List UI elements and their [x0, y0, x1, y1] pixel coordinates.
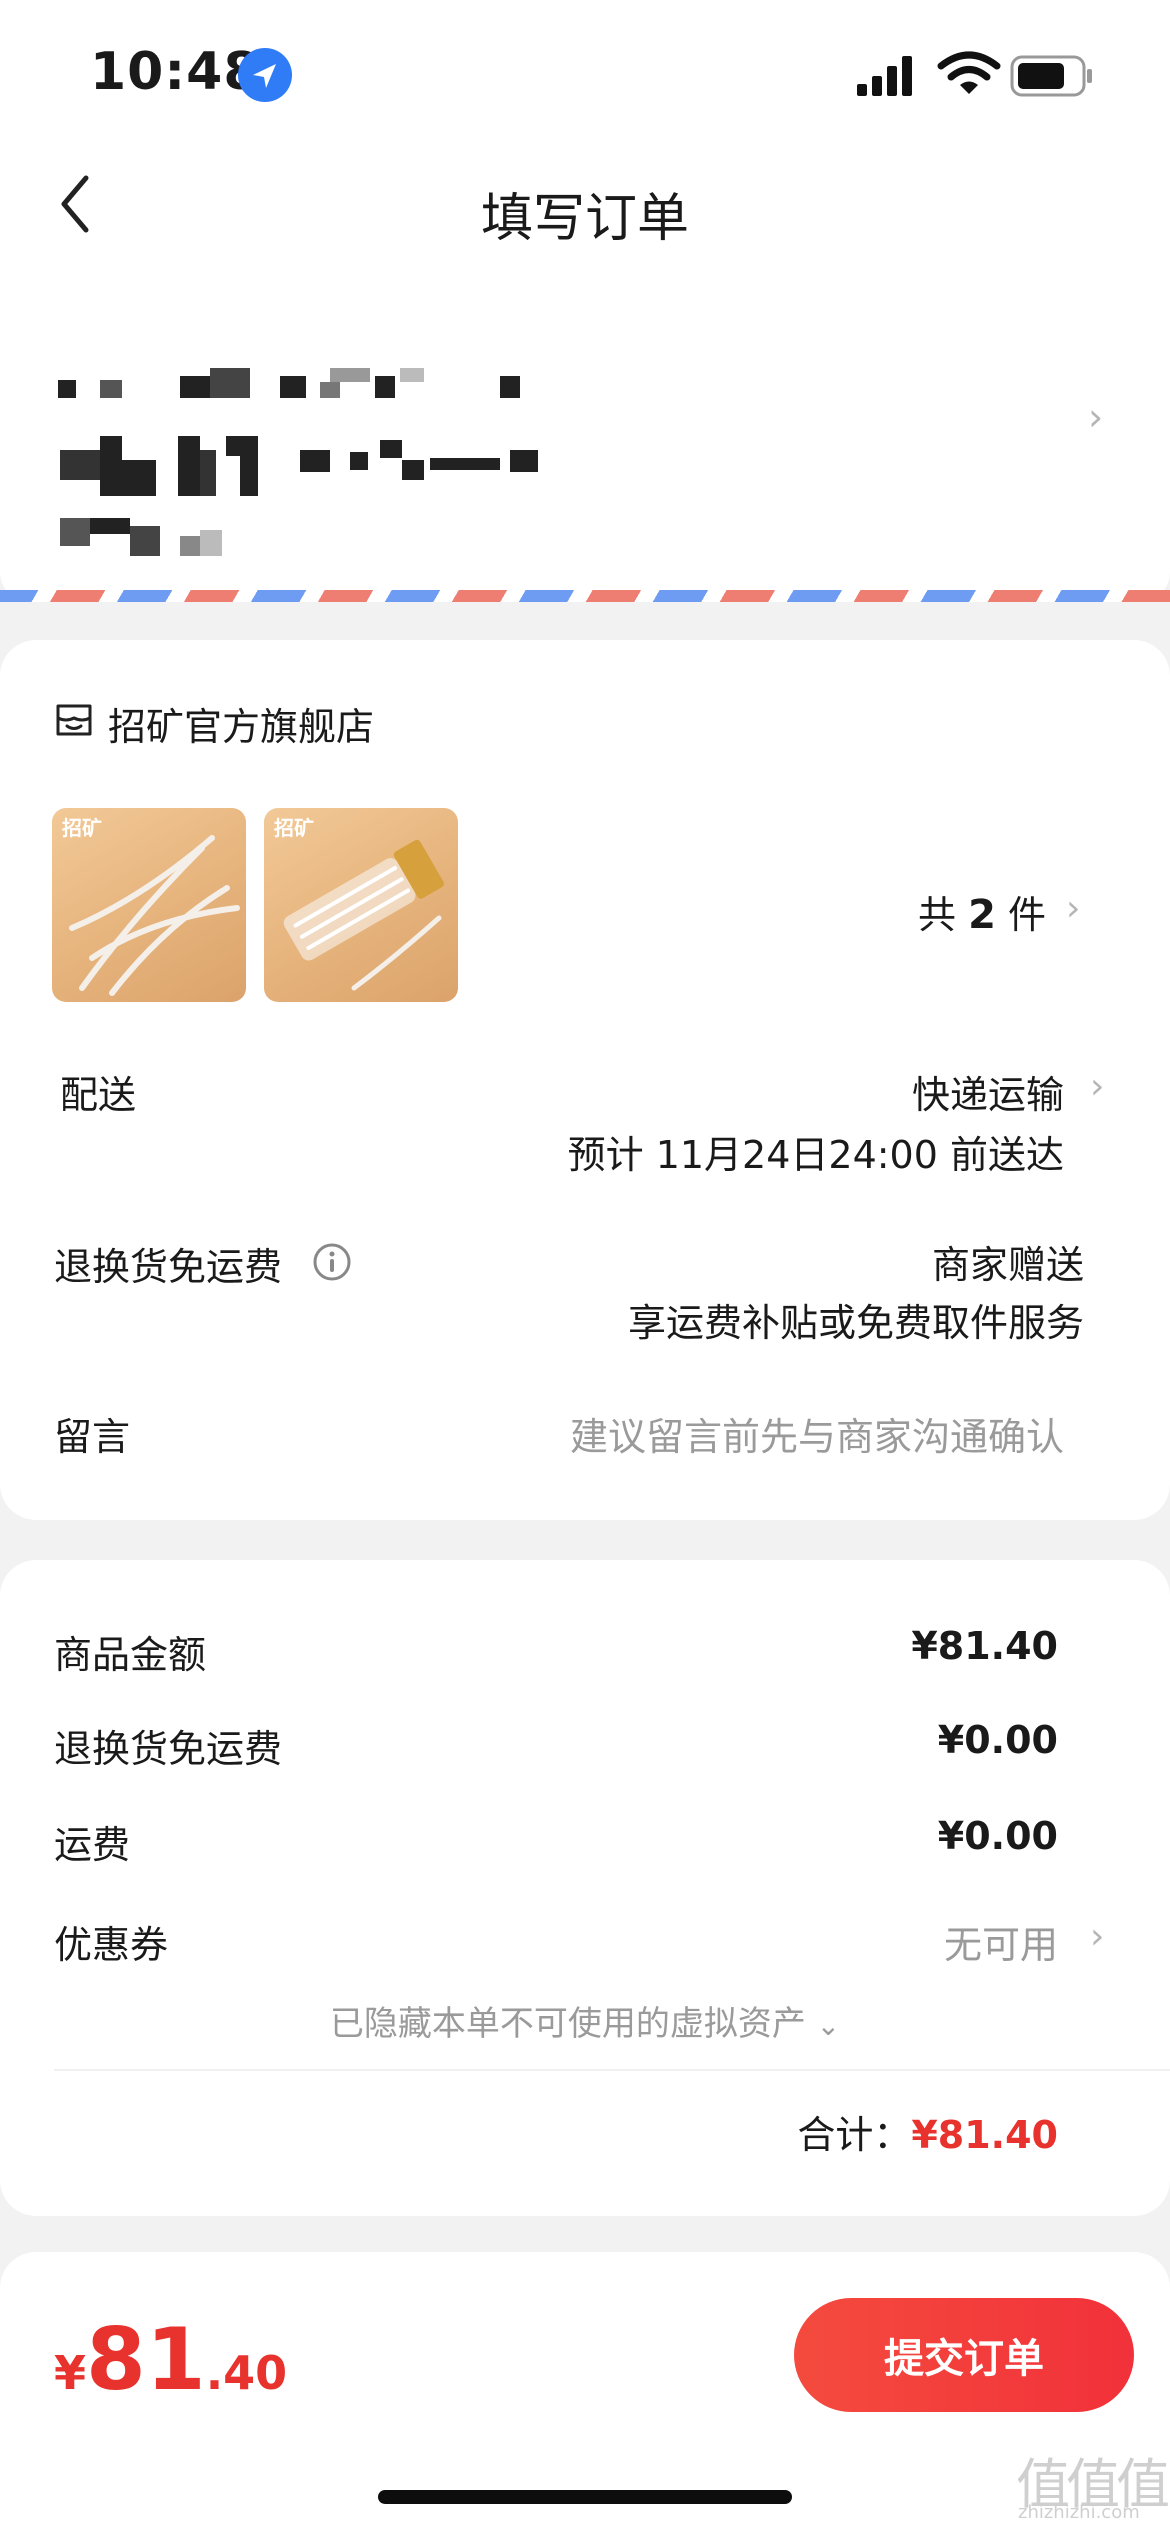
coupon-label: 优惠券: [54, 1923, 169, 1967]
coupon-value[interactable]: 无可用: [944, 1914, 1058, 1969]
battery-icon: [1010, 54, 1094, 98]
product-brand-logo: 招矿: [274, 816, 314, 840]
home-indicator[interactable]: [378, 2490, 792, 2504]
return-fee-label: 退换货免运费: [54, 1727, 283, 1771]
coupon-chevron-icon: ›: [1090, 1916, 1105, 1957]
shop-icon: [54, 700, 94, 740]
return-fee-value: ¥0.00: [937, 1718, 1058, 1762]
address-chevron-icon: ›: [1088, 395, 1104, 439]
hidden-assets-text: 已隐藏本单不可使用的虚拟资产: [329, 2004, 806, 2044]
shop-name[interactable]: 招矿官方旗舰店: [108, 696, 374, 751]
message-input[interactable]: 建议留言前先与商家沟通确认: [570, 1406, 1064, 1461]
cellular-signal-icon: [855, 54, 915, 98]
status-time: 10:48: [90, 42, 261, 102]
currency-symbol: ¥: [54, 2346, 87, 2400]
chevron-down-icon: ⌄: [816, 2009, 841, 2042]
shipping-fee-value: ¥0.00: [937, 1814, 1058, 1858]
price-decimal: .40: [205, 2346, 288, 2400]
bottom-total-price: ¥81.40: [54, 2310, 287, 2410]
item-count-number: 2: [968, 892, 996, 938]
divider: [54, 2069, 1170, 2071]
return-insurance-label: 退换货免运费: [54, 1245, 283, 1289]
watermark-site: zhizhizhi.com: [1018, 2502, 1140, 2523]
total-row: 合计：¥81.40: [797, 2104, 1058, 2159]
message-label: 留言: [54, 1415, 131, 1459]
shipping-fee-label: 运费: [54, 1823, 131, 1867]
submit-order-button[interactable]: 提交订单: [794, 2298, 1134, 2412]
delivery-chevron-icon: ›: [1090, 1066, 1105, 1107]
info-icon[interactable]: [312, 1242, 352, 1282]
product-brand-logo: 招矿: [62, 816, 102, 840]
wifi-icon: [937, 50, 1001, 98]
product-thumbnail-1[interactable]: 招矿: [52, 808, 246, 1002]
return-insurance-desc: 享运费补贴或免费取件服务: [627, 1301, 1084, 1345]
item-count-chevron-icon: ›: [1066, 888, 1081, 929]
price-integer: 81: [86, 2310, 206, 2410]
delivery-method[interactable]: 快递运输: [912, 1064, 1064, 1119]
location-arrow-icon: [238, 48, 292, 102]
goods-amount-label: 商品金额: [54, 1633, 207, 1677]
page-title: 填写订单: [480, 189, 689, 249]
goods-amount-value: ¥81.40: [911, 1624, 1058, 1668]
delivery-label: 配送: [60, 1073, 137, 1117]
hidden-assets-toggle[interactable]: 已隐藏本单不可使用的虚拟资产 ⌄: [0, 1996, 1170, 2045]
airmail-border: [0, 590, 1170, 602]
item-count-prefix: 共: [918, 893, 957, 937]
item-count[interactable]: 共 2 件: [918, 884, 1046, 939]
item-count-suffix: 件: [1008, 893, 1047, 937]
product-thumbnail-2[interactable]: 招矿: [264, 808, 458, 1002]
total-value: ¥81.40: [911, 2113, 1058, 2157]
total-label: 合计：: [797, 2113, 912, 2157]
return-insurance-value: 商家赠送: [931, 1243, 1084, 1287]
delivery-eta: 预计 11月24日24:00 前送达: [567, 1133, 1064, 1177]
redacted-address-mosaic: [50, 340, 550, 570]
